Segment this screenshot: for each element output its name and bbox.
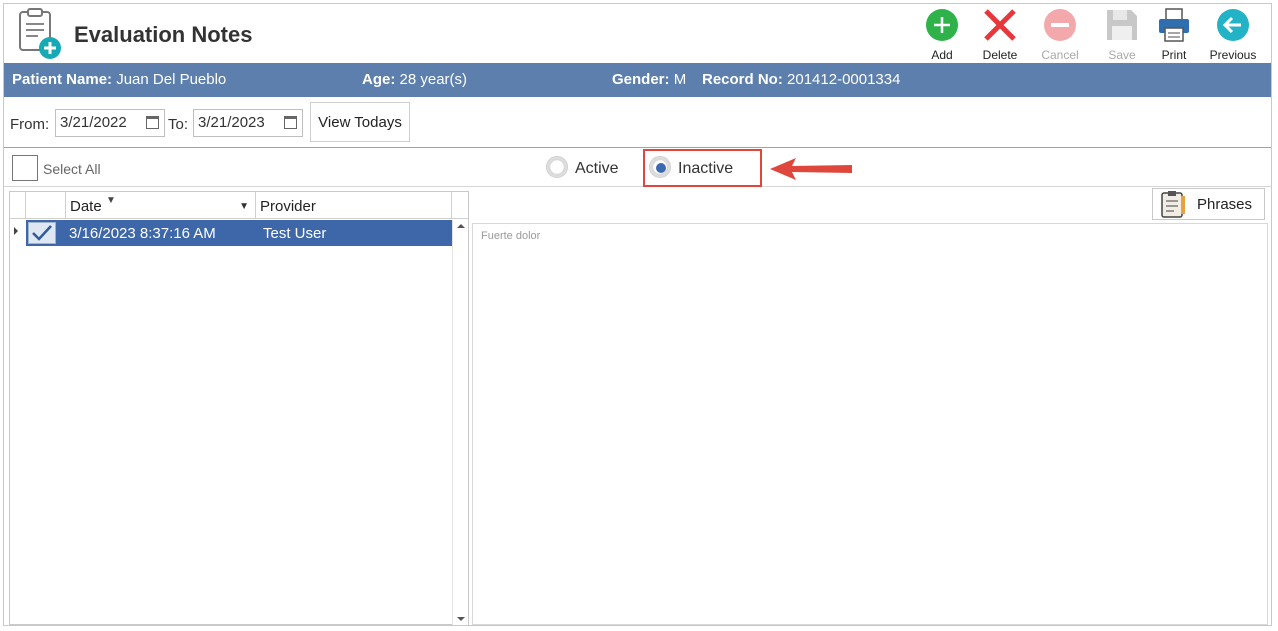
column-header-provider[interactable]: Provider [256,192,452,219]
date-header-label: Date [70,198,102,215]
gender-field: Gender: M [612,63,686,97]
row-date: 3/16/2023 8:37:16 AM [69,225,216,242]
to-date-picker[interactable]: 3/21/2023 [193,109,303,137]
to-date-value: 3/21/2023 [198,114,265,131]
from-date-value: 3/21/2022 [60,114,127,131]
cancel-icon [1044,9,1076,41]
phrases-label: Phrases [1197,196,1253,213]
save-button[interactable]: Save [1094,8,1150,64]
cancel-button[interactable]: Cancel [1032,8,1088,64]
row-provider: Test User [263,225,327,242]
gender-value: M [673,71,687,88]
phrases-button[interactable]: Phrases [1152,188,1265,220]
row-indicator-header [10,192,26,219]
app-window: Evaluation Notes Add Delete Cancel Save … [3,3,1272,626]
add-button[interactable]: Add [914,8,970,64]
previous-button[interactable]: Previous [1205,8,1261,64]
add-label: Add [931,48,953,62]
note-text: Fuerte dolor [481,230,541,242]
age-label: Age: [362,71,396,88]
active-radio[interactable] [546,156,568,178]
age-value: 28 year(s) [399,71,468,88]
header: Evaluation Notes Add Delete Cancel Save … [4,4,1271,64]
clipboard-add-icon [19,8,61,59]
active-label: Active [575,160,619,177]
grid-header: Date ▼ ▼ Provider [10,192,468,219]
red-arrow-annotation [770,158,852,180]
grid-scrollbar[interactable] [452,220,468,625]
row-indicator-icon [14,227,18,235]
record-value: 201412-0001334 [787,71,901,88]
sort-dropdown-icon[interactable]: ▼ [239,192,249,222]
previous-label: Previous [1209,48,1257,62]
back-arrow-icon [1217,9,1249,41]
select-all-checkbox[interactable] [12,155,38,181]
print-label: Print [1161,48,1187,62]
to-label: To: [168,116,189,133]
notes-grid: Date ▼ ▼ Provider 3/16/2023 8:37:16 AM T… [9,191,469,625]
patient-name-field: Patient Name: Juan Del Pueblo [12,63,226,97]
view-todays-button[interactable]: View Todays [310,102,410,142]
table-row[interactable]: 3/16/2023 8:37:16 AM Test User [26,220,452,246]
gender-label: Gender: [612,71,670,88]
patient-name-value: Juan Del Pueblo [116,71,227,88]
scroll-up-icon[interactable] [457,224,465,228]
date-filter-row: From: 3/21/2022 To: 3/21/2023 View Today… [4,97,1271,148]
select-all-label: Select All [43,161,101,177]
cancel-label: Cancel [1041,48,1079,62]
checkmark-icon [32,225,52,241]
provider-header-label: Provider [260,198,316,215]
from-label: From: [10,116,50,133]
patient-name-label: Patient Name: [12,71,113,88]
row-checkbox[interactable] [28,222,56,244]
delete-x-icon [984,9,1016,41]
add-icon [926,9,958,41]
note-text-area[interactable]: Fuerte dolor [472,223,1268,625]
delete-label: Delete [982,48,1018,62]
filter-row: Select All Active Inactive [4,149,1271,187]
delete-button[interactable]: Delete [972,8,1028,64]
age-field: Age: 28 year(s) [362,63,467,97]
from-date-picker[interactable]: 3/21/2022 [55,109,165,137]
calendar-icon[interactable] [284,116,297,129]
print-button[interactable]: Print [1146,8,1202,64]
phrases-clipboard-icon [1161,191,1185,218]
inactive-radio[interactable] [649,156,671,178]
inactive-label: Inactive [678,160,734,177]
scroll-down-icon[interactable] [457,617,465,621]
column-header-date[interactable]: Date ▼ ▼ [66,192,256,219]
record-label: Record No: [702,71,783,88]
printer-icon [1159,8,1189,42]
save-label: Save [1108,48,1136,62]
patient-info-bar: Patient Name: Juan Del Pueblo Age: 28 ye… [4,63,1271,97]
calendar-icon[interactable] [146,116,159,129]
page-title: Evaluation Notes [74,22,253,47]
save-floppy-icon [1107,10,1137,40]
record-field: Record No: 201412-0001334 [702,63,900,97]
check-column-header[interactable] [26,192,66,219]
filter-icon[interactable]: ▼ [106,186,116,216]
